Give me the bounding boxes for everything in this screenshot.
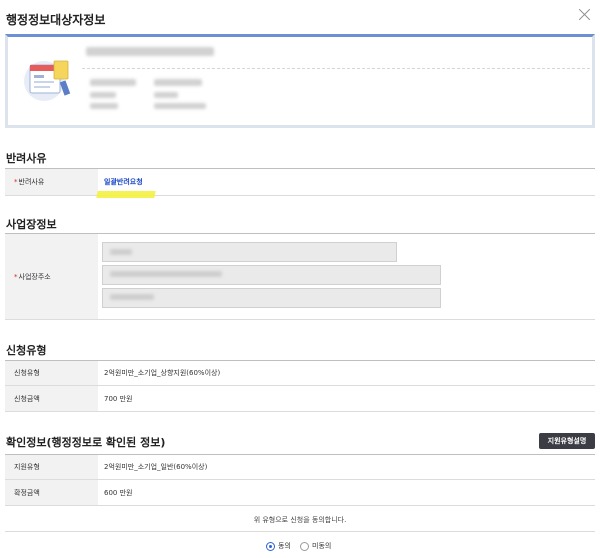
application-type-table: 신청유형 2억원미만_소기업_상향지원(60%이상) 신청금액 700 만원	[5, 360, 595, 412]
consent-agree-label: 동의	[278, 542, 291, 550]
radio-unselected-icon[interactable]	[300, 541, 309, 551]
table-header-cell: 확정금액	[5, 480, 98, 505]
table-header-cell: 지원유형	[5, 455, 98, 479]
highlight-mark	[96, 191, 156, 198]
table-header-cell: * 사업장주소	[5, 234, 98, 319]
table-row: * 반려사유 일괄반려요청	[5, 169, 595, 196]
redacted-name	[86, 47, 214, 56]
document-illustration-icon	[24, 60, 71, 101]
redacted-field	[110, 249, 132, 255]
modal-title: 행정정보대상자정보	[6, 13, 106, 27]
redacted-field	[110, 294, 154, 300]
business-info-title: 사업장정보	[6, 218, 57, 231]
redacted-field	[90, 103, 118, 109]
confirmed-info-table: 지원유형 2억원미만_소기업_일반(60%이상) 확정금액 600 만원	[5, 454, 595, 506]
table-header-cell: 신청금액	[5, 386, 98, 411]
support-type-description-button[interactable]: 지원유형설명	[539, 433, 595, 449]
consent-disagree-option[interactable]: 미동의	[300, 541, 331, 551]
consent-disagree-label: 미동의	[312, 542, 332, 550]
radio-selected-icon[interactable]	[266, 541, 275, 551]
zipcode-input[interactable]	[102, 242, 397, 262]
required-mark: *	[14, 178, 18, 186]
redacted-field	[90, 92, 116, 98]
table-row: 확정금액 600 만원	[5, 480, 595, 506]
confirmed-info-title: 확인정보(행정정보로 확인된 정보)	[6, 436, 166, 449]
table-row: 신청유형 2억원미만_소기업_상향지원(60%이상)	[5, 361, 595, 386]
card-divider	[82, 68, 590, 69]
table-cell: 2억원미만_소기업_상향지원(60%이상)	[104, 369, 221, 377]
close-icon[interactable]	[576, 6, 594, 24]
consent-divider	[5, 531, 595, 532]
table-row: 신청금액 700 만원	[5, 386, 595, 412]
table-cell: 600 만원	[104, 488, 133, 497]
consent-agree-option[interactable]: 동의	[266, 541, 291, 551]
redacted-field	[154, 92, 178, 98]
return-reason-label: 반려사유	[18, 178, 45, 186]
redacted-field	[110, 271, 222, 277]
table-cell: 일괄반려요청	[98, 169, 595, 195]
redacted-field	[90, 79, 136, 86]
return-reason-link[interactable]: 일괄반려요청	[104, 177, 143, 187]
target-info-card	[5, 34, 595, 128]
table-row: 지원유형 2억원미만_소기업_일반(60%이상)	[5, 455, 595, 480]
table-header-cell: * 반려사유	[5, 169, 98, 195]
table-cell: 700 만원	[104, 394, 133, 403]
redacted-field	[154, 79, 202, 86]
application-type-title: 신청유형	[6, 344, 47, 357]
redacted-field	[154, 103, 206, 109]
table-header-cell: 신청유형	[5, 361, 98, 385]
return-reason-table: * 반려사유 일괄반려요청	[5, 168, 595, 196]
return-reason-title: 반려사유	[6, 152, 47, 165]
required-mark: *	[14, 272, 18, 281]
consent-text: 위 유형으로 신청을 동의합니다.	[253, 516, 347, 524]
address-label: 사업장주소	[18, 272, 51, 281]
table-cell: 2억원미만_소기업_일반(60%이상)	[104, 463, 208, 471]
